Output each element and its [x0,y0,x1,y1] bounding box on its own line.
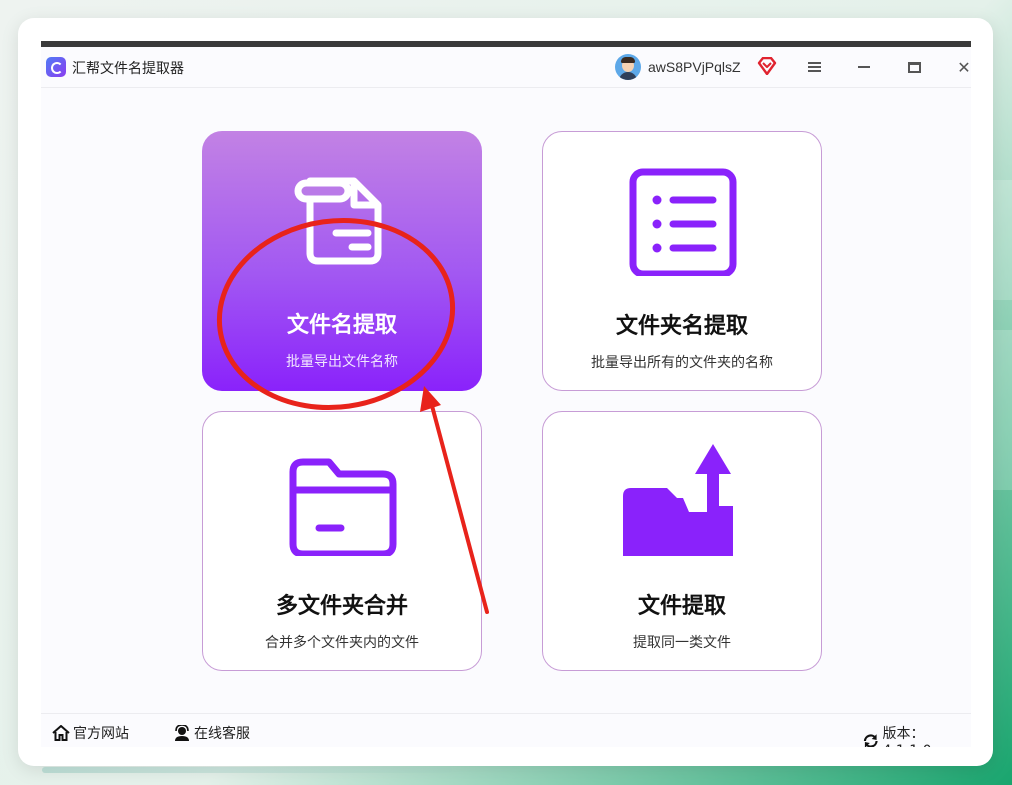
vip-diamond-icon[interactable] [757,57,777,75]
title-bar: 汇帮文件名提取器 awS8PVjPqlsZ ✕ [41,47,971,88]
folder-icon [289,458,397,556]
maximize-icon [907,61,921,73]
home-icon [52,725,70,741]
minimize-icon [858,66,870,68]
card-folder-name-extract[interactable]: 文件夹名提取 批量导出所有的文件夹的名称 [542,131,822,391]
card-subtitle: 批量导出文件名称 [286,354,398,370]
card-title: 文件提取 [637,594,726,619]
card-multi-folder-merge[interactable]: 多文件夹合并 合并多个文件夹内的文件 [202,411,482,671]
minimize-button[interactable] [850,53,878,81]
official-website-link[interactable]: 官方网站 [52,723,129,743]
close-icon: ✕ [957,57,971,77]
panel-glow [42,767,452,773]
folder-upload-icon [623,444,733,556]
card-title: 文件夹名提取 [615,314,748,339]
refresh-icon [863,734,878,747]
support-agent-icon [175,725,189,741]
card-title: 文件名提取 [286,313,397,338]
card-subtitle: 提取同一类文件 [633,635,731,651]
avatar-hair [621,57,635,63]
menu-button[interactable] [800,53,828,81]
user-avatar[interactable] [615,54,641,80]
close-button[interactable]: ✕ [950,53,971,81]
app-window: 汇帮文件名提取器 awS8PVjPqlsZ ✕ 文件名提取 批量导出文件名称 文… [41,41,971,747]
username[interactable]: awS8PVjPqlsZ [648,59,741,75]
list-icon [629,168,737,276]
online-support-link[interactable]: 在线客服 [173,723,250,743]
card-title: 多文件夹合并 [275,594,408,619]
card-subtitle: 批量导出所有的文件夹的名称 [591,355,773,371]
card-file-extract[interactable]: 文件提取 提取同一类文件 [542,411,822,671]
hamburger-menu-icon [807,62,821,72]
online-support-label: 在线客服 [194,726,250,742]
footer-bar: 官方网站 在线客服 版本：4.1.1.0 [41,713,971,747]
official-website-label: 官方网站 [73,726,129,742]
app-title: 汇帮文件名提取器 [72,61,184,77]
card-subtitle: 合并多个文件夹内的文件 [265,635,419,651]
avatar-body [619,72,637,80]
app-logo-icon [46,57,66,77]
card-file-name-extract[interactable]: 文件名提取 批量导出文件名称 [202,131,482,391]
version-label: 版本：4.1.1.0 [882,726,932,747]
version-info[interactable]: 版本：4.1.1.0 [862,723,971,747]
maximize-button[interactable] [900,53,928,81]
file-document-icon [294,177,382,265]
